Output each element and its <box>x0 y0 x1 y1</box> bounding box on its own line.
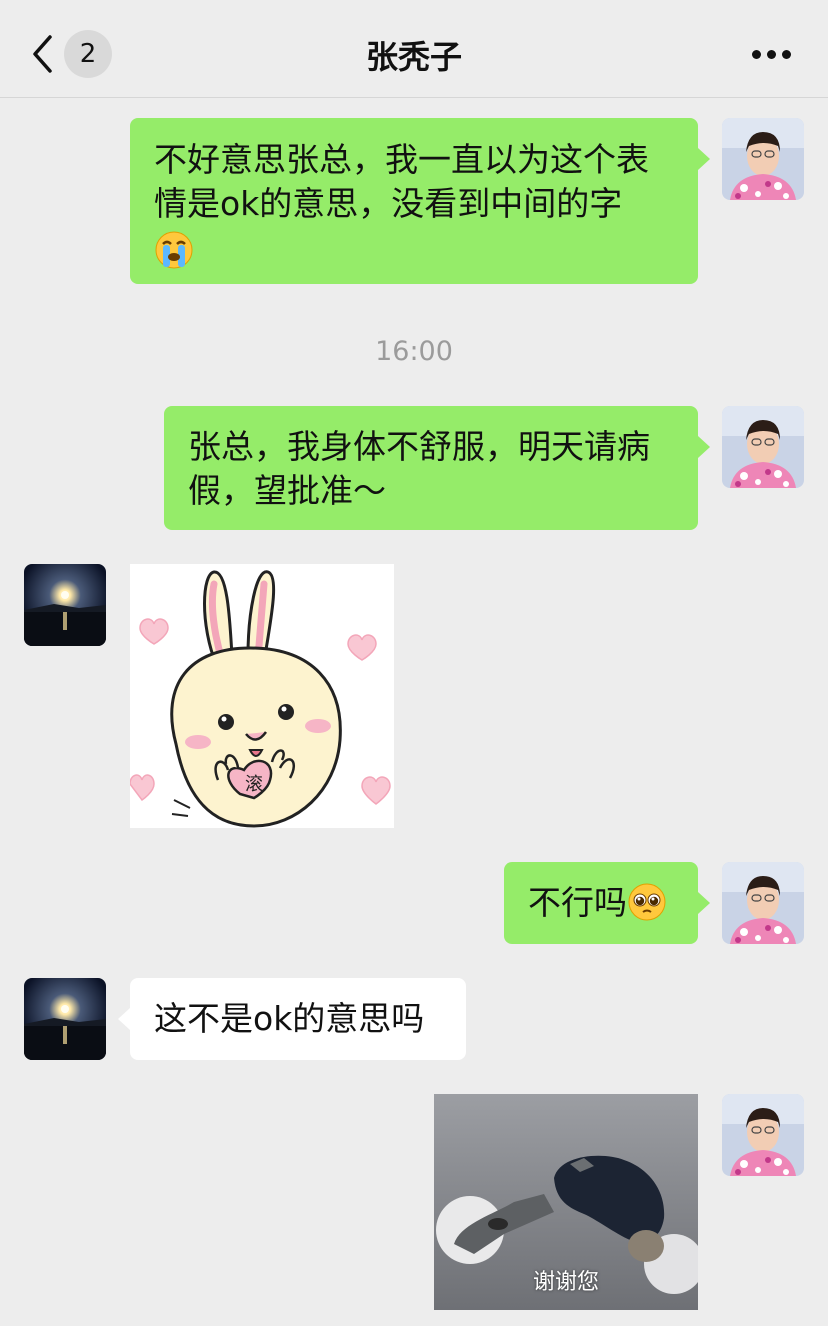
message-text-line: 情是ok的意思，没看到中间的字 <box>154 184 623 223</box>
bubble-tail <box>698 892 710 914</box>
ellipsis-icon[interactable] <box>752 50 792 60</box>
avatar-contact[interactable] <box>24 564 106 646</box>
crying-emoji-icon <box>155 231 193 268</box>
message-bubble-sent[interactable]: 不好意思张总，我一直以为这个表 情是ok的意思，没看到中间的字 <box>130 118 698 284</box>
avatar-self[interactable] <box>722 406 804 488</box>
message-text-line: 不好意思张总，我一直以为这个表 <box>154 140 649 179</box>
avatar-self[interactable] <box>722 1094 804 1176</box>
avatar-self[interactable] <box>722 862 804 944</box>
message-bubble-sent[interactable]: 张总，我身体不舒服，明天请病 假，望批准～ <box>164 406 698 530</box>
bunny-heart-sticker[interactable]: 滚 <box>130 564 394 828</box>
pleading-face-emoji-icon <box>628 883 666 920</box>
avatar-contact[interactable] <box>24 978 106 1060</box>
avatar-self[interactable] <box>722 118 804 200</box>
bubble-tail <box>698 148 710 170</box>
kowtow-meme-image[interactable]: 谢谢您 <box>434 1094 698 1310</box>
message-text: 不行吗 <box>528 883 627 922</box>
bubble-tail <box>698 436 710 458</box>
bubble-tail <box>118 1008 130 1030</box>
image-caption: 谢谢您 <box>532 1270 599 1295</box>
chat-header: 2 张秃子 <box>0 0 828 98</box>
message-timestamp: 16:00 <box>375 336 453 367</box>
message-bubble-sent[interactable]: 不行吗 <box>504 862 698 944</box>
chat-title: 张秃子 <box>365 38 462 76</box>
message-text-line: 假，望批准～ <box>188 471 386 510</box>
message-text: 这不是ok的意思吗 <box>154 999 425 1038</box>
sticker-text: 滚 <box>245 774 263 795</box>
message-bubble-received[interactable]: 这不是ok的意思吗 <box>130 978 466 1060</box>
message-text-line: 张总，我身体不舒服，明天请病 <box>188 427 650 466</box>
